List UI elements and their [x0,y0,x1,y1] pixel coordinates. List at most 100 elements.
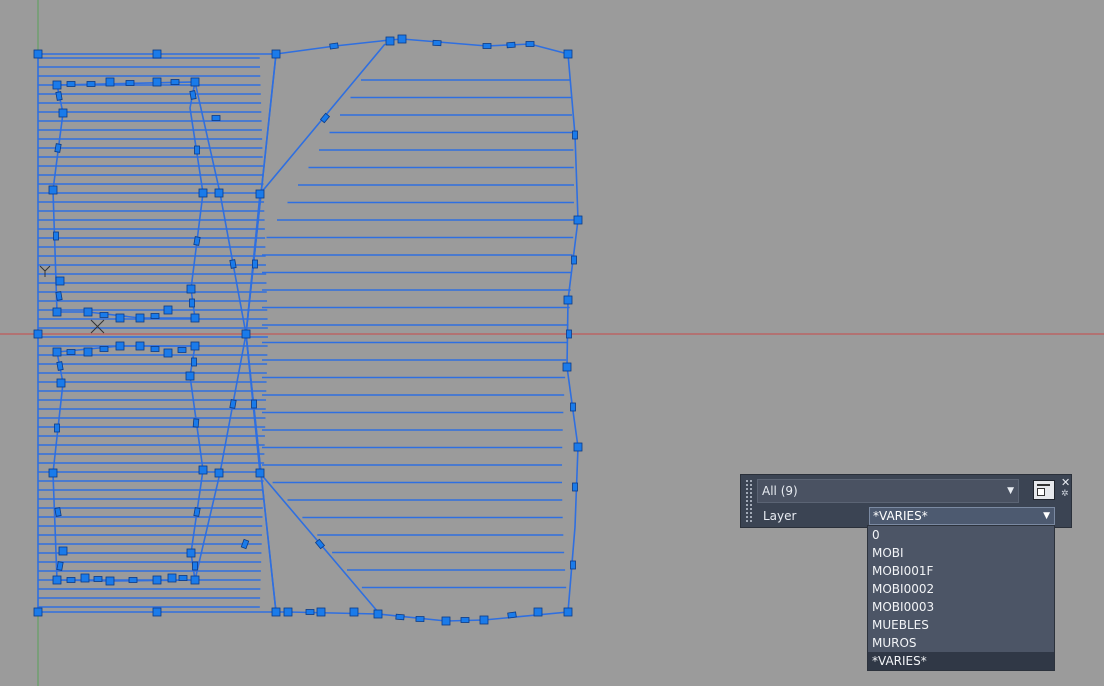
drag-handle[interactable] [745,479,753,523]
object-filter-dropdown[interactable]: All (9) ▼ [757,479,1019,503]
grip-square [241,329,251,339]
layer-option[interactable]: MOBI0003 [868,598,1054,616]
grip-midpoint [482,43,492,49]
grip-square [573,442,583,452]
layer-option[interactable]: MOBI0002 [868,580,1054,598]
grip-square [167,573,177,583]
grip-square [52,575,62,585]
polyline-outline [37,53,277,613]
grip-square [563,295,573,305]
grip-midpoint [572,130,578,140]
grip-square [198,188,208,198]
grip-midpoint [99,346,109,352]
grip-square [271,607,281,617]
layer-option[interactable]: 0 [868,526,1054,544]
grip-square [56,378,66,388]
grip-square [52,347,62,357]
grip-square [271,49,281,59]
grip-midpoint [177,347,187,353]
ucs-y-icon [39,265,51,277]
grip-square [214,188,224,198]
grip-square [186,284,196,294]
grip-midpoint [525,41,535,47]
grip-midpoint [128,577,138,583]
grip-square [55,276,65,286]
grip-midpoint [54,507,62,517]
layer-property-label: Layer [763,509,797,523]
grip-square [105,77,115,87]
chevron-down-icon: ▼ [1043,511,1050,521]
grip-midpoint [178,575,188,581]
grip-square [385,36,395,46]
grip-midpoint [150,346,160,352]
grip-square [198,465,208,475]
grip-square [58,546,68,556]
grip-midpoint [170,79,180,85]
grip-square [186,548,196,558]
chevron-down-icon: ▼ [1007,486,1014,496]
grip-square [115,341,125,351]
layer-option[interactable]: MUROS [868,634,1054,652]
grip-midpoint [229,259,237,269]
grip-square [52,80,62,90]
object-filter-value: All (9) [762,484,798,498]
grip-square [48,468,58,478]
gear-icon[interactable]: ✲ [1061,490,1069,499]
grip-square [573,215,583,225]
grip-square [52,307,62,317]
quick-properties-panel: All (9) ▼ ✕ ✲ Layer *VARIES* ▼ [740,474,1072,528]
layer-select-value: *VARIES* [873,509,928,523]
grip-square [135,313,145,323]
grip-midpoint [211,115,221,121]
grip-midpoint [572,482,578,492]
grip-midpoint [55,91,63,101]
grip-square [80,573,90,583]
grip-midpoint [150,313,160,319]
grip-square [105,576,115,586]
grip-square [214,468,224,478]
grip-square [563,49,573,59]
layer-option[interactable]: MUEBLES [868,616,1054,634]
layer-dropdown-list: 0 MOBI MOBI001F MOBI0002 MOBI0003 MUEBLE… [867,525,1055,671]
grip-midpoint [66,81,76,87]
grip-square [479,615,489,625]
grip-midpoint [566,329,572,339]
grip-midpoint [329,42,339,50]
grip-midpoint [570,402,576,412]
layer-option-selected[interactable]: *VARIES* [868,652,1054,670]
grip-midpoint [125,80,135,86]
grip-square [190,313,200,323]
grip-midpoint [506,41,516,49]
grip-midpoint [192,418,200,428]
grip-square [373,609,383,619]
grip-midpoint [53,231,59,241]
grip-midpoint [432,39,442,47]
layer-option[interactable]: MOBI [868,544,1054,562]
grip-midpoint [570,560,576,570]
grip-square [349,607,359,617]
grip-square [135,341,145,351]
grip-midpoint [415,615,425,623]
grip-midpoint [189,90,197,100]
select-objects-button[interactable] [1033,480,1055,500]
grip-square [83,307,93,317]
layer-select[interactable]: *VARIES* ▼ [869,507,1055,525]
grip-midpoint [99,312,109,318]
grip-midpoint [54,143,62,153]
cursor-cross-icon [90,319,105,334]
grip-square [190,341,200,351]
grip-midpoint [252,259,258,269]
grip-midpoint [55,291,63,301]
grip-square [163,305,173,315]
layer-option[interactable]: MOBI001F [868,562,1054,580]
grip-square [283,607,293,617]
grip-midpoint [251,399,257,409]
grip-midpoint [193,236,201,246]
grip-midpoint [319,112,331,124]
grip-square [190,575,200,585]
grip-square [152,607,162,617]
grip-midpoint [189,298,195,308]
close-icon[interactable]: ✕ [1061,477,1070,488]
grip-square [255,468,265,478]
grip-midpoint [395,613,405,621]
